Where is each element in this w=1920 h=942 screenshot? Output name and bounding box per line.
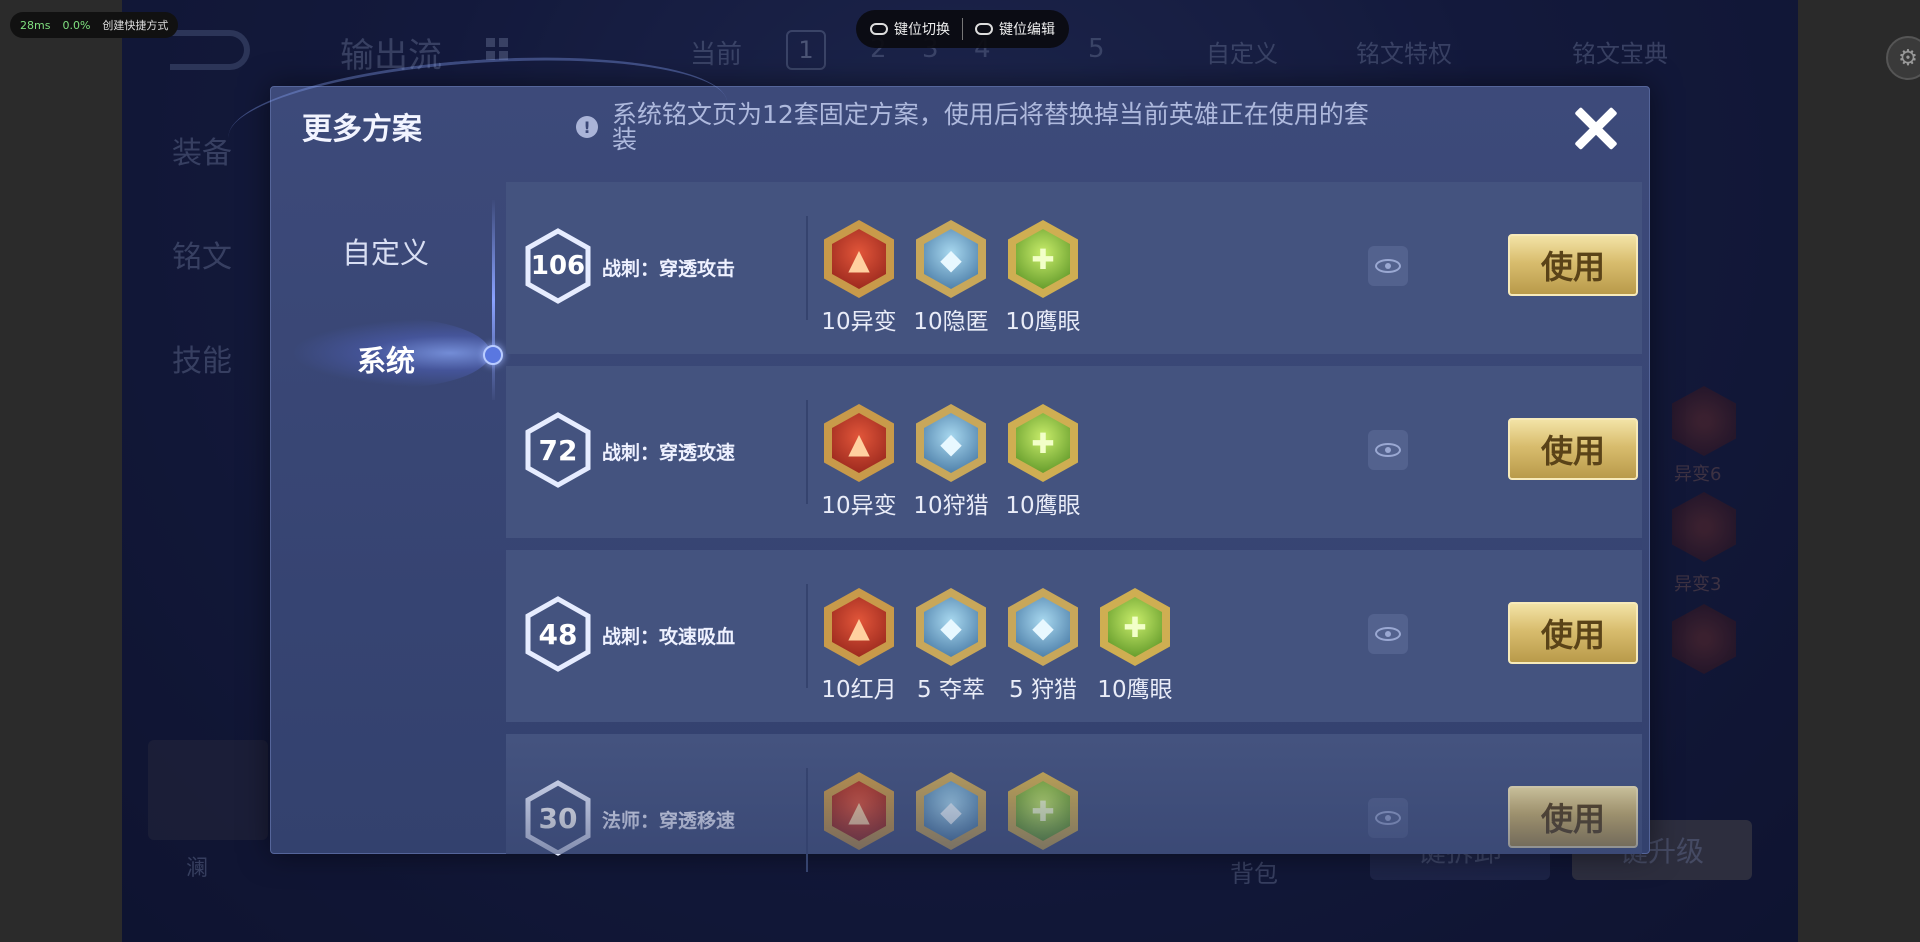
plan-row: 48 战刺：攻速吸血 ▲ 10红月 ◆ 5 夺萃 ◆ 5 狩猎 ✚ 10鹰眼 使用 — [506, 550, 1642, 722]
use-button[interactable]: 使用 — [1508, 234, 1638, 296]
rune-item[interactable]: ▲ 10异变 — [821, 220, 897, 336]
rune-item[interactable]: ◆ 10隐匿 — [913, 220, 989, 336]
rune-label: 5 狩猎 — [1009, 677, 1077, 703]
plan-level: 48 — [538, 617, 578, 651]
level-hexagon-icon: 106 — [524, 228, 592, 304]
green-rune-icon: ✚ — [1008, 772, 1078, 850]
tab-divider — [492, 200, 495, 400]
right-bezel: ⚙ — [1798, 0, 1920, 942]
key-switch-label: 键位切换 — [894, 22, 950, 38]
tab-custom[interactable]: 自定义 — [342, 230, 429, 272]
blue-rune-icon: ◆ — [916, 404, 986, 482]
rune-item[interactable]: ◆ 5 夺萃 — [914, 588, 988, 704]
rune-item[interactable]: ✚ 10鹰眼 — [1097, 588, 1173, 704]
plan-row: 106 战刺：穿透攻击 ▲ 10异变 ◆ 10隐匿 ✚ 10鹰眼 使用 — [506, 182, 1642, 354]
rune-label: 10鹰眼 — [1097, 677, 1173, 703]
rune-label: 10鹰眼 — [1005, 309, 1081, 335]
rune-label: 10狩猎 — [913, 493, 989, 519]
modal-title: 更多方案 — [302, 112, 422, 147]
divider — [806, 400, 808, 504]
plan-level: 30 — [538, 801, 578, 835]
preview-eye-icon[interactable] — [1368, 430, 1408, 470]
level-hexagon-icon: 30 — [524, 780, 592, 856]
green-rune-icon: ✚ — [1100, 588, 1170, 666]
use-button[interactable]: 使用 — [1508, 602, 1638, 664]
red-rune-icon: ▲ — [824, 404, 894, 482]
divider — [962, 18, 963, 40]
close-icon[interactable] — [1566, 98, 1626, 158]
blue-rune-icon: ◆ — [916, 588, 986, 666]
plan-name: 战刺：攻速吸血 — [602, 626, 736, 648]
divider — [806, 216, 808, 320]
red-rune-icon: ▲ — [824, 588, 894, 666]
level-hexagon-icon: 48 — [524, 596, 592, 672]
plan-level: 72 — [538, 433, 578, 467]
modal-info-text: 系统铭文页为12套固定方案，使用后将替换掉当前英雄正在使用的套装 — [612, 100, 1369, 154]
key-edit-button[interactable]: 键位编辑 — [975, 19, 1055, 39]
tab-indicator-dot — [483, 345, 503, 365]
rune-item[interactable]: ▲ 10红月 — [821, 588, 897, 704]
key-mapping-bar: 键位切换 键位编辑 — [856, 10, 1069, 48]
gamepad-icon — [870, 23, 888, 35]
create-shortcut-button[interactable]: 创建快捷方式 — [102, 17, 168, 33]
plan-level: 106 — [530, 251, 586, 281]
level-hexagon-icon: 72 — [524, 412, 592, 488]
rune-label: 10异变 — [821, 493, 897, 519]
rune-item[interactable]: ◆ — [914, 772, 988, 854]
preview-eye-icon[interactable] — [1368, 798, 1408, 838]
rune-item[interactable]: ▲ — [822, 772, 896, 854]
info-icon: ! — [576, 116, 598, 138]
divider — [806, 768, 808, 872]
tab-system[interactable]: 系统 — [357, 338, 415, 380]
green-rune-icon: ✚ — [1008, 404, 1078, 482]
blue-rune-icon: ◆ — [916, 772, 986, 850]
rune-label: 10鹰眼 — [1005, 493, 1081, 519]
plan-name: 战刺：穿透攻击 — [602, 258, 736, 280]
plan-name: 法师：穿透移速 — [602, 810, 736, 832]
plan-row: 30 法师：穿透移速 ▲ ◆ ✚ 使用 — [506, 734, 1642, 872]
rune-label: 5 夺萃 — [917, 677, 985, 703]
preview-eye-icon[interactable] — [1368, 614, 1408, 654]
perf-latency: 28ms — [20, 18, 51, 32]
red-rune-icon: ▲ — [824, 772, 894, 850]
rune-item[interactable]: ✚ 10鹰眼 — [1005, 404, 1081, 520]
rune-item[interactable]: ◆ 10狩猎 — [913, 404, 989, 520]
rune-item[interactable]: ◆ 5 狩猎 — [1006, 588, 1080, 704]
plan-row: 72 战刺：穿透攻速 ▲ 10异变 ◆ 10狩猎 ✚ 10鹰眼 使用 — [506, 366, 1642, 538]
rune-item[interactable]: ✚ 10鹰眼 — [1005, 220, 1081, 336]
perf-overlay: 28ms 0.0% 创建快捷方式 — [10, 12, 179, 38]
preview-eye-icon[interactable] — [1368, 246, 1408, 286]
blue-rune-icon: ◆ — [916, 220, 986, 298]
settings-icon[interactable]: ⚙ — [1886, 36, 1920, 80]
use-button[interactable]: 使用 — [1508, 418, 1638, 480]
plan-name: 战刺：穿透攻速 — [602, 442, 736, 464]
gamepad-icon — [975, 23, 993, 35]
rune-item[interactable]: ✚ — [1006, 772, 1080, 854]
divider — [806, 584, 808, 688]
green-rune-icon: ✚ — [1008, 220, 1078, 298]
rune-label: 10隐匿 — [913, 309, 989, 335]
rune-item[interactable]: ▲ 10异变 — [821, 404, 897, 520]
rune-label: 10红月 — [821, 677, 897, 703]
perf-loss: 0.0% — [62, 18, 91, 32]
key-switch-button[interactable]: 键位切换 — [870, 19, 950, 39]
rune-label: 10异变 — [821, 309, 897, 335]
red-rune-icon: ▲ — [824, 220, 894, 298]
blue-rune-icon: ◆ — [1008, 588, 1078, 666]
use-button[interactable]: 使用 — [1508, 786, 1638, 848]
key-edit-label: 键位编辑 — [999, 22, 1055, 38]
